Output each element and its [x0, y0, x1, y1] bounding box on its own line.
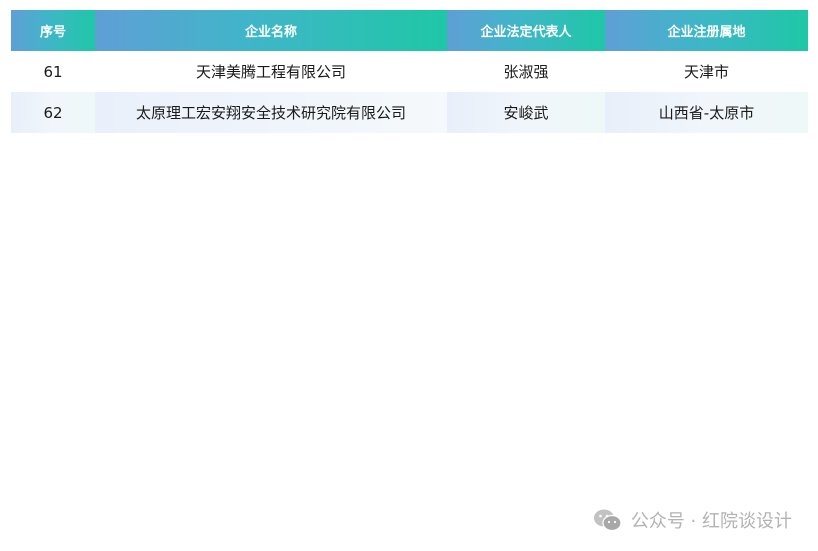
- row-index: 61: [43, 62, 63, 81]
- row-registered-location: 山西省-太原市: [605, 92, 808, 133]
- wechat-icon: [593, 509, 622, 532]
- table-row: 62 太原理工宏安翔安全技术研究院有限公司 安峻武 山西省-太原市: [11, 92, 808, 133]
- table-header-row: 序号 企业名称 企业法定代表人 企业注册属地: [11, 10, 808, 51]
- row-legal-rep: 安峻武: [447, 92, 605, 133]
- header-cell-legal-rep: 企业法定代表人: [447, 10, 605, 51]
- header-cell-registered-location: 企业注册属地: [605, 10, 808, 51]
- watermark: 公众号 · 红院谈设计: [593, 507, 792, 533]
- row-registered-location: 天津市: [683, 63, 729, 81]
- header-cell-index: 序号: [11, 10, 95, 51]
- company-table: 序号 企业名称 企业法定代表人 企业注册属地 61 天津美腾工程有限公司 张淑强…: [11, 10, 808, 133]
- row-company-name: 天津美腾工程有限公司: [195, 63, 346, 81]
- watermark-text: 公众号 · 红院谈设计: [630, 511, 792, 532]
- row-company-name: 太原理工宏安翔安全技术研究院有限公司: [95, 92, 447, 133]
- header-cell-company-name: 企业名称: [95, 10, 447, 51]
- row-legal-rep: 张淑强: [503, 63, 549, 81]
- row-index: 62: [11, 92, 95, 133]
- table-row: 61 天津美腾工程有限公司 张淑强 天津市: [11, 51, 808, 92]
